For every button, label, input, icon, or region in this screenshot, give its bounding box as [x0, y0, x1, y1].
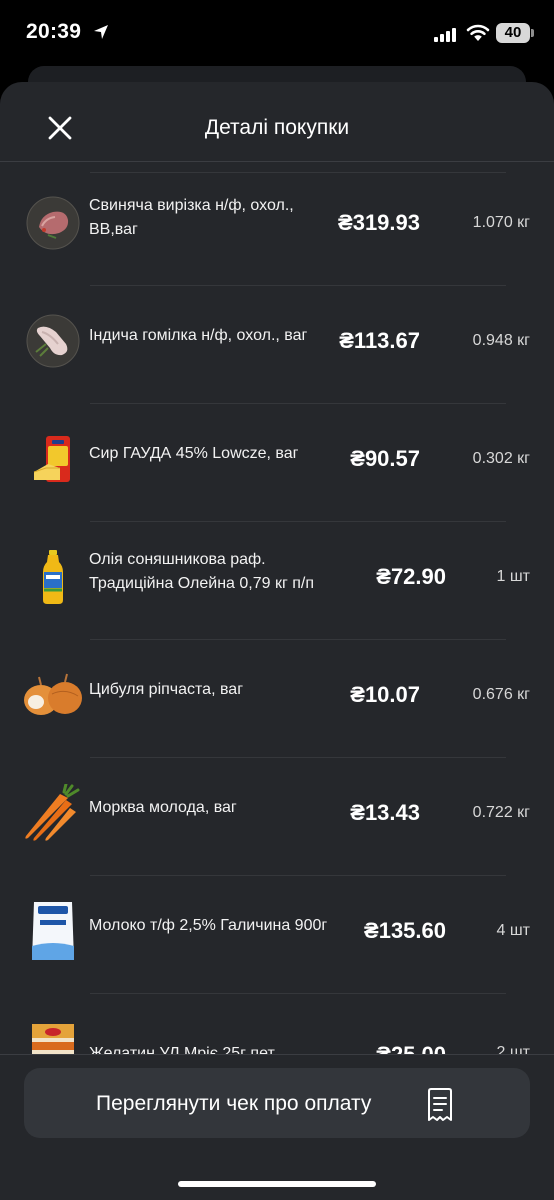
purchase-item[interactable]: Свиняча вирізка н/ф, охол., ВВ,ваг ₴319.… — [0, 168, 554, 286]
view-receipt-button[interactable]: Переглянути чек про оплату — [24, 1068, 530, 1138]
cellular-signal-icon — [434, 28, 456, 42]
item-quantity: 1 шт — [496, 568, 530, 585]
item-price: ₴135.60 — [364, 918, 446, 943]
view-receipt-label: Переглянути чек про оплату — [96, 1092, 372, 1115]
item-name: Молоко т/ф 2,5% Галичина 900г — [89, 917, 328, 934]
item-price: ₴113.67 — [339, 328, 420, 353]
battery-tip — [531, 29, 534, 37]
receipt-icon — [428, 1088, 452, 1121]
oil-bottle-image — [43, 550, 63, 604]
purchase-item[interactable]: Цибуля ріпчаста, ваг ₴10.07 0.676 кг — [0, 640, 554, 758]
sheet-header: Деталі покупки — [0, 82, 554, 162]
status-time: 20:39 — [26, 20, 82, 43]
item-name: Цибуля ріпчаста, ваг — [89, 681, 244, 698]
header-divider — [0, 161, 554, 162]
onion-image — [24, 673, 82, 715]
cheese-image — [33, 436, 70, 482]
wifi-icon — [466, 24, 490, 41]
pork-image — [26, 196, 80, 250]
item-name: Сир ГАУДА 45% Lowcze, ваг — [89, 445, 299, 462]
carrot-image — [25, 784, 80, 841]
location-arrow-icon — [94, 25, 108, 39]
bottom-divider — [0, 1054, 554, 1055]
item-quantity: 0.722 кг — [472, 804, 530, 821]
purchase-item[interactable]: Сир ГАУДА 45% Lowcze, ваг ₴90.57 0.302 к… — [0, 404, 554, 522]
home-indicator — [178, 1181, 376, 1187]
status-bar: 20:39 40 — [0, 0, 554, 66]
purchase-item[interactable]: Морква молода, ваг ₴13.43 0.722 кг — [0, 758, 554, 876]
item-quantity: 0.948 кг — [472, 332, 530, 349]
item-quantity: 0.302 кг — [472, 450, 530, 467]
purchase-item[interactable]: Індича гомілка н/ф, охол., ваг ₴113.67 0… — [0, 286, 554, 404]
item-name: Морква молода, ваг — [89, 799, 237, 816]
milk-pack-image — [32, 902, 74, 960]
battery-indicator: 40 — [496, 23, 530, 43]
item-price: ₴72.90 — [376, 564, 446, 589]
item-name: Олія соняшникова раф. Традиційна Олейна … — [89, 551, 315, 592]
item-quantity: 1.070 кг — [472, 214, 530, 231]
item-quantity: 0.676 кг — [472, 686, 530, 703]
item-price: ₴90.57 — [350, 446, 420, 471]
sheet-title: Деталі покупки — [204, 116, 350, 139]
item-price: ₴319.93 — [338, 210, 420, 235]
item-name: Індича гомілка н/ф, охол., ваг — [89, 327, 308, 344]
purchase-item[interactable]: Молоко т/ф 2,5% Галичина 900г ₴135.60 4 … — [0, 876, 554, 994]
item-price: ₴13.43 — [350, 800, 420, 825]
purchase-item[interactable]: Олія соняшникова раф. Традиційна Олейна … — [0, 522, 554, 640]
bottom-action-area: Переглянути чек про оплату — [0, 1054, 554, 1200]
turkey-image — [26, 314, 80, 368]
item-price: ₴10.07 — [350, 682, 420, 707]
item-quantity: 4 шт — [496, 922, 530, 939]
purchase-details-sheet: Деталі покупки Свиняча вирізка н/ф, охол… — [0, 82, 554, 1200]
item-name: Свиняча вирізка н/ф, охол., ВВ,ваг — [89, 197, 294, 238]
